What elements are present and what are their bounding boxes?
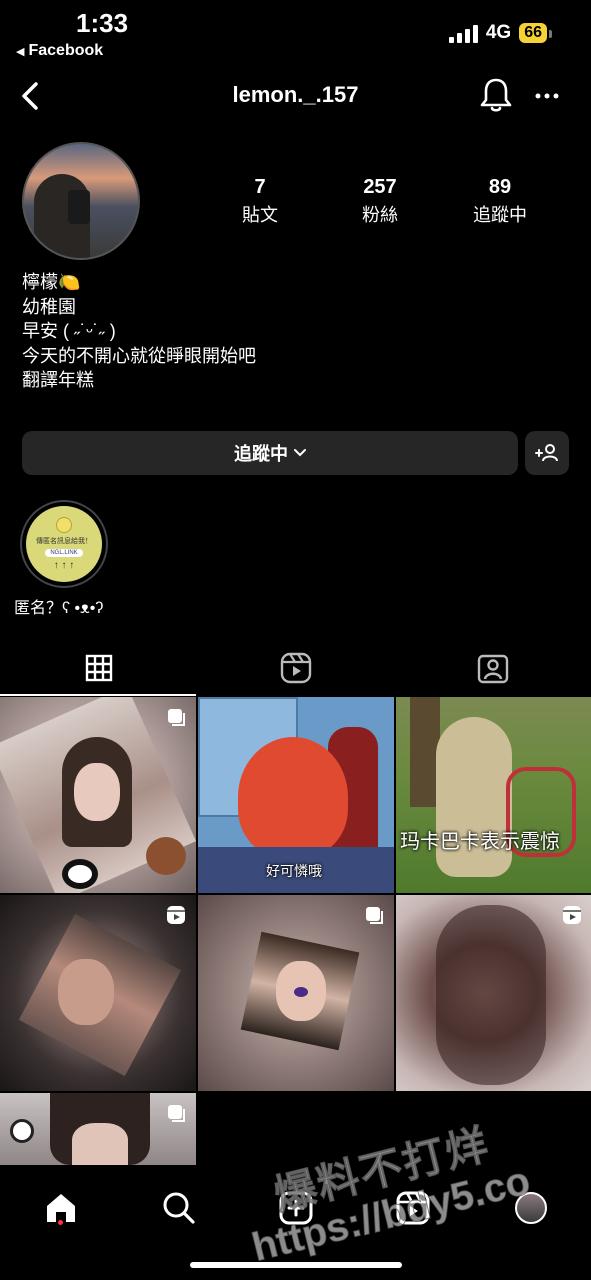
post-thumbnail[interactable]: [396, 895, 591, 1091]
bio-line: 翻譯年糕: [22, 370, 94, 390]
nav-create[interactable]: [271, 1183, 321, 1233]
reels-icon: [280, 652, 311, 684]
avatar-photo-phone: [68, 190, 90, 224]
stat-following-value: 89: [488, 176, 512, 198]
following-button[interactable]: 追蹤中: [22, 431, 518, 475]
stat-posts-label: 貼文: [242, 205, 278, 225]
back-app-label: Facebook: [28, 42, 104, 59]
tagged-icon: [477, 654, 508, 684]
signal-icon: [448, 23, 478, 43]
post-caption: 好可憐哦: [266, 863, 322, 879]
battery-icon: 66: [519, 23, 552, 43]
bio-line: 今天的不開心就從睜眼開始吧: [22, 345, 256, 366]
bell-icon: [480, 78, 512, 112]
search-icon: [163, 1192, 195, 1224]
highlight-cover-link: NGL.LINK: [45, 549, 83, 557]
stat-posts[interactable]: 7 貼文: [210, 176, 310, 227]
more-icon: [535, 93, 559, 99]
active-tab-indicator: [0, 694, 196, 696]
add-person-icon: [535, 444, 558, 462]
status-indicators: 4G 66: [448, 22, 552, 44]
profile-avatar: [515, 1192, 547, 1224]
tab-posts[interactable]: [0, 640, 197, 696]
bio-line: 早安 ( ˶˙ᵕ˙˶ ): [22, 321, 116, 341]
stat-followers-label: 粉絲: [362, 205, 398, 225]
profile-tabs: [0, 640, 591, 696]
panda-sticker-icon: [62, 859, 98, 889]
crab-character-icon: [238, 737, 348, 857]
status-time: 1:33: [76, 8, 129, 38]
chevron-down-icon: [294, 449, 306, 457]
suggest-users-button[interactable]: [525, 431, 569, 475]
reel-badge-icon: [563, 906, 581, 924]
post-photo-face: [58, 959, 114, 1025]
tab-tagged[interactable]: [394, 640, 591, 696]
network-label: 4G: [485, 22, 512, 43]
story-highlight[interactable]: 傳匿名訊息給我！ NGL.LINK ↑ ↑ ↑: [20, 500, 108, 588]
stat-following[interactable]: 89 追蹤中: [450, 176, 550, 227]
stat-followers-value: 257: [363, 176, 397, 198]
post-caption: 玛卡巴卡表示震惊: [400, 831, 560, 853]
following-button-label: 追蹤中: [234, 444, 288, 464]
more-options-button[interactable]: [532, 82, 562, 110]
reels-icon: [396, 1191, 430, 1225]
up-arrows-icon: ↑ ↑ ↑: [53, 560, 75, 571]
post-photo-face: [74, 763, 120, 821]
back-to-app-link[interactable]: ◀ Facebook: [16, 42, 103, 60]
grid-icon: [85, 654, 112, 682]
post-thumbnail[interactable]: [198, 895, 394, 1091]
nav-home[interactable]: [36, 1183, 86, 1233]
battery-level: 66: [524, 24, 542, 41]
profile-stats: 7 貼文 257 粉絲 89 追蹤中: [210, 176, 550, 227]
post-thumbnail[interactable]: 玛卡巴卡表示震惊: [396, 697, 591, 893]
profile-bio: 檸檬🍋 幼稚園 早安 ( ˶˙ᵕ˙˶ ) 今天的不開心就從睜眼開始吧 翻譯年糕: [22, 270, 256, 393]
home-indicator[interactable]: [190, 1262, 402, 1268]
highlight-label: 匿名？ʕ •ᴥ•ʔ: [14, 600, 104, 617]
highlight-cover-text: 傳匿名訊息給我！: [36, 538, 92, 545]
nav-reels[interactable]: [388, 1183, 438, 1233]
carousel-icon: [168, 709, 185, 726]
bear-sticker-icon: [146, 837, 186, 875]
bio-line: 幼稚園: [22, 296, 76, 317]
carousel-icon: [366, 907, 383, 924]
home-notification-dot: [58, 1220, 63, 1225]
stat-followers[interactable]: 257 粉絲: [330, 176, 430, 227]
nav-profile[interactable]: [506, 1183, 556, 1233]
reel-badge-icon: [167, 906, 185, 924]
nav-search[interactable]: [154, 1183, 204, 1233]
stat-following-label: 追蹤中: [473, 205, 527, 225]
tab-reels[interactable]: [197, 640, 394, 696]
smiley-icon: [56, 517, 72, 533]
stat-posts-value: 7: [254, 176, 266, 198]
post-thumbnail[interactable]: [0, 1093, 196, 1165]
kuromi-sticker-icon: [10, 1119, 34, 1143]
post-thumbnail[interactable]: 好可憐哦: [198, 697, 394, 893]
create-icon: [279, 1191, 313, 1225]
carousel-icon: [168, 1105, 185, 1122]
bear-nose-sticker-icon: [294, 987, 308, 997]
post-photo-face: [72, 1123, 128, 1165]
notifications-button[interactable]: [478, 76, 514, 114]
profile-avatar[interactable]: [22, 142, 140, 260]
post-photo-hair: [436, 905, 546, 1085]
highlight-cover: 傳匿名訊息給我！ NGL.LINK ↑ ↑ ↑: [26, 506, 102, 582]
back-triangle-icon: ◀: [16, 45, 25, 58]
bio-line: 檸檬🍋: [22, 272, 81, 292]
post-thumbnail[interactable]: [0, 895, 196, 1091]
post-thumbnail[interactable]: [0, 697, 196, 893]
